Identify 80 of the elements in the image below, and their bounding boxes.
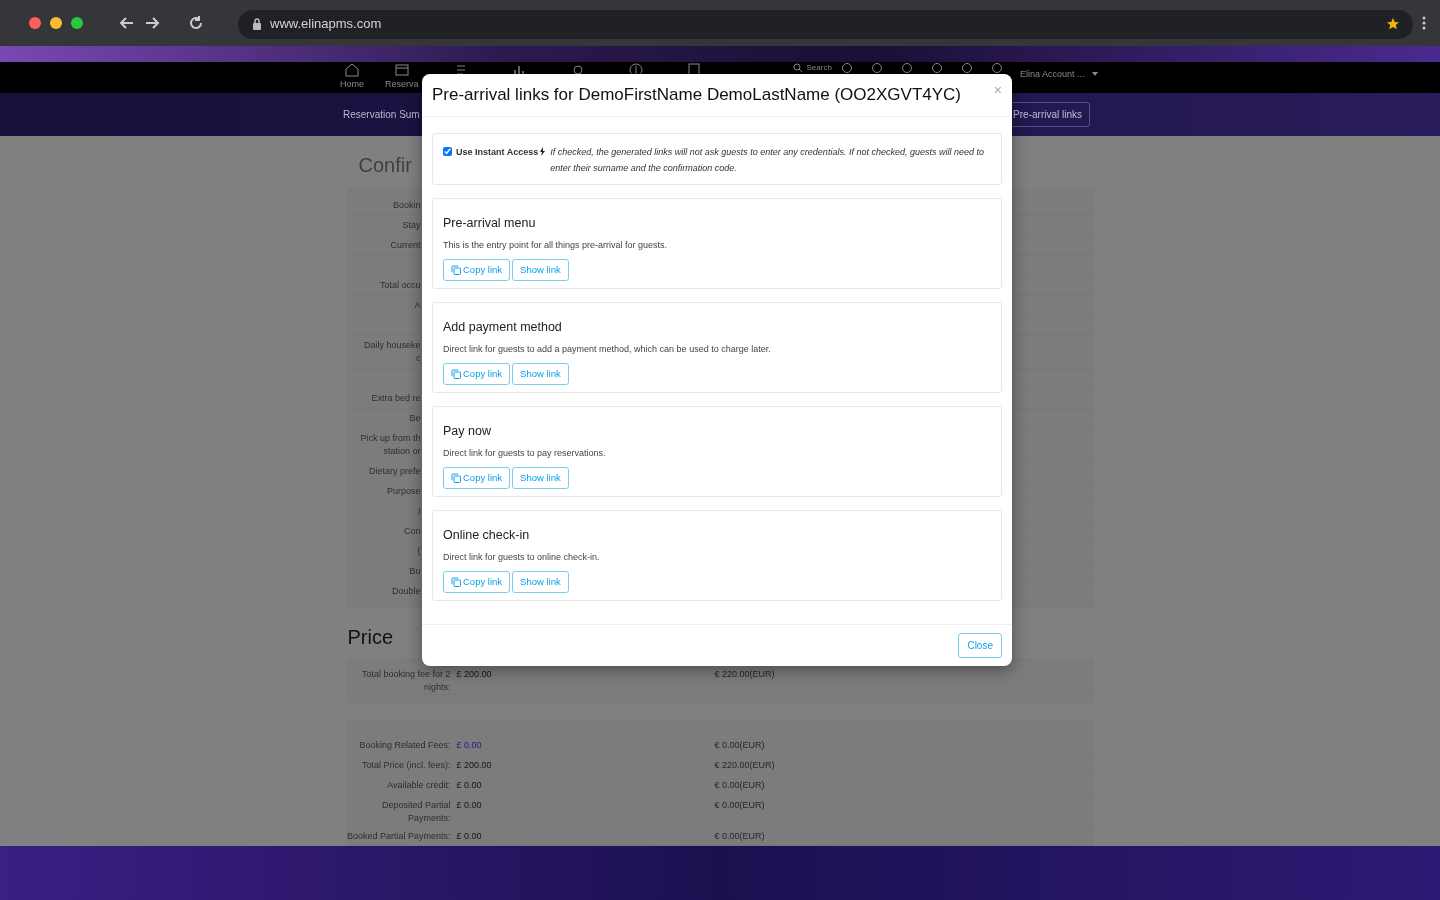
- card-title: Pay now: [443, 423, 492, 440]
- card-description: Direct link for guests to online check-in.: [443, 550, 601, 564]
- maximize-window-icon[interactable]: [71, 17, 83, 29]
- field-label: Bookin: [391, 199, 421, 212]
- address-bar[interactable]: www.elinapms.com: [238, 9, 1413, 39]
- field-label: Current: [389, 239, 421, 252]
- field-label: Dietary prefe: [367, 465, 421, 478]
- field-label: Be: [408, 412, 421, 425]
- amount-value: € 0.00(EUR): [714, 799, 765, 812]
- amount-value: € 0.00(EUR): [714, 739, 765, 752]
- copy-icon: [451, 473, 461, 484]
- show-link-button[interactable]: Show link: [512, 571, 569, 594]
- field-label: Total Price (incl. fees):: [360, 759, 452, 772]
- field-label: Purpose: [385, 485, 421, 498]
- amount-value: £ 0.00: [456, 830, 483, 843]
- amount-value: £ 0.00: [456, 799, 483, 812]
- close-button[interactable]: Close: [958, 633, 1002, 658]
- nav-label[interactable]: Home: [340, 78, 364, 92]
- field-label: Total occu: [378, 279, 421, 292]
- amount-value: € 0.00(EUR): [714, 830, 765, 843]
- nav-label[interactable]: Reserva: [385, 78, 419, 92]
- field-label: Total booking fee for 2 nights:: [360, 668, 452, 694]
- calendar-icon[interactable]: [393, 62, 410, 78]
- section-heading: Price: [347, 625, 394, 650]
- amount-value: € 0.00(EUR): [714, 779, 765, 792]
- show-link-button[interactable]: Show link: [512, 363, 569, 386]
- star-icon[interactable]: [1387, 18, 1399, 30]
- card-description: Direct link for guests to pay reservations.: [443, 446, 607, 460]
- home-icon[interactable]: [344, 62, 360, 78]
- field-label: Bu: [408, 565, 421, 578]
- minimize-window-icon[interactable]: [50, 17, 62, 29]
- modal-title: Pre-arrival links for DemoFirstName DemoLastName (OO2XGVT4YC): [432, 84, 961, 106]
- copy-link-button[interactable]: Copy link: [443, 363, 511, 386]
- copy-link-button[interactable]: Copy link: [443, 571, 511, 594]
- search-field[interactable]: Search: [792, 62, 832, 74]
- card-title: Pre-arrival menu: [443, 215, 537, 232]
- card-description: Direct link for guests to add a payment method, which can be used to charge later.: [443, 342, 772, 356]
- amount-value: £ 0.00: [456, 779, 483, 792]
- url-text: www.elinapms.com: [270, 15, 382, 34]
- field-label: (: [416, 545, 421, 558]
- card-title: Online check-in: [443, 527, 531, 544]
- field-label: Stay: [401, 219, 421, 232]
- field-label: Booking Related Fees:: [358, 739, 452, 752]
- close-window-icon[interactable]: [29, 17, 41, 29]
- caret-icon: [1092, 72, 1099, 76]
- close-button[interactable]: ×: [993, 80, 1002, 101]
- show-link-button[interactable]: Show link: [512, 467, 569, 490]
- card-description: This is the entry point for all things pre-arrival for guests.: [443, 238, 669, 252]
- amount-value: € 220.00(EUR): [714, 759, 775, 772]
- lightning-icon: [540, 147, 546, 156]
- field-label: Deposited Partial Payments:: [380, 799, 452, 825]
- copy-icon: [451, 265, 461, 276]
- field-label: Extra bed re: [370, 392, 421, 405]
- instant-access-checkbox[interactable]: [443, 147, 452, 156]
- field-label: Booked Partial Payments:: [346, 830, 452, 843]
- back-icon[interactable]: [119, 15, 135, 31]
- hint-text: If checked, the generated links will not ask guests to enter any credentials. If not checked, guests will need to enter their surname and the confirmation code.: [550, 146, 985, 175]
- more-options-icon[interactable]: [1422, 16, 1426, 30]
- copy-link-button[interactable]: Copy link: [443, 467, 511, 490]
- card-title: Add payment method: [443, 319, 563, 336]
- field-label: Con: [403, 525, 421, 538]
- section-title: Reservation Sum: [343, 108, 420, 122]
- amount-link[interactable]: £ 0.00: [456, 739, 715, 753]
- field-label: Double: [390, 585, 421, 598]
- field-label: Available credit:: [386, 779, 452, 792]
- search-icon: [792, 63, 803, 73]
- account-menu[interactable]: Elina Account ...: [1019, 68, 1085, 82]
- copy-icon: [451, 577, 461, 588]
- copy-icon: [451, 369, 461, 380]
- forward-icon[interactable]: [144, 15, 160, 31]
- amount-value: £ 200.00: [456, 759, 493, 772]
- amount-value: £ 200.00: [456, 668, 493, 681]
- checkbox-label[interactable]: Use Instant Access: [456, 144, 539, 160]
- amount-value: € 220.00(EUR): [714, 668, 775, 681]
- show-link-button[interactable]: Show link: [512, 259, 569, 282]
- copy-link-button[interactable]: Copy link: [443, 259, 511, 282]
- lock-icon: [252, 18, 262, 30]
- field-label: Pick up from th station or: [359, 432, 421, 458]
- section-heading: Confir: [358, 153, 412, 178]
- reload-icon[interactable]: [188, 15, 204, 31]
